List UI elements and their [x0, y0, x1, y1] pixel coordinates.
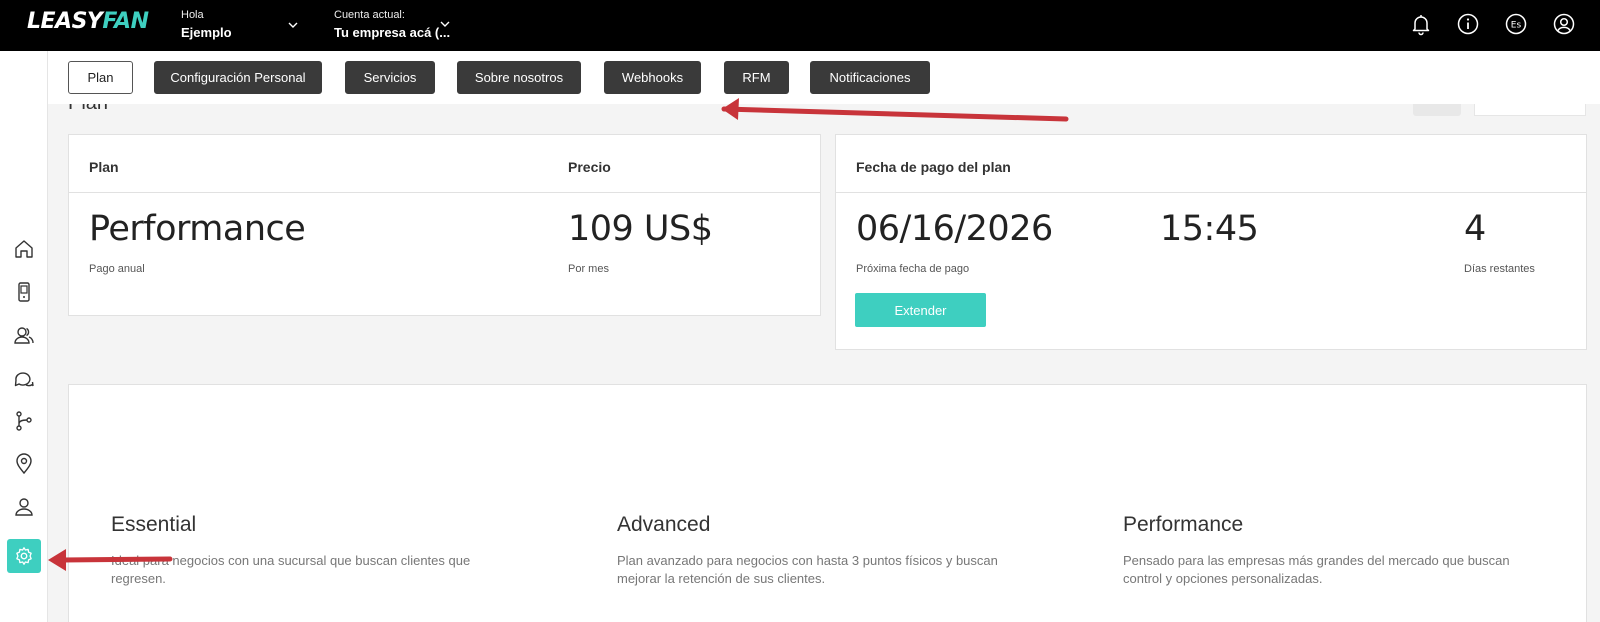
flows-icon[interactable]: [12, 409, 36, 433]
plan-value: Performance: [89, 209, 306, 249]
days-remaining-sub: Días restantes: [1464, 263, 1535, 275]
annotation-arrow-icon: [48, 549, 173, 571]
top-bar: LEASYFAN Hola Ejemplo Cuenta actual: Tu …: [0, 0, 1600, 51]
price-header: Precio: [568, 159, 611, 175]
plan-view-button[interactable]: [1413, 104, 1461, 116]
tab-about-us[interactable]: Sobre nosotros: [457, 61, 581, 94]
profile-icon[interactable]: [1552, 12, 1576, 36]
greeting-label: Hola: [181, 9, 204, 21]
tab-rfm[interactable]: RFM: [724, 61, 789, 94]
annotation-arrow-icon: [721, 98, 1069, 122]
info-icon[interactable]: [1456, 12, 1480, 36]
plan-option-description: Plan avanzado para negocios con hasta 3 …: [617, 553, 998, 586]
user-icon[interactable]: [12, 495, 36, 519]
language-icon[interactable]: Es: [1504, 12, 1528, 36]
user-greeting[interactable]: Hola Ejemplo: [181, 9, 232, 40]
plan-card-header: Plan Precio: [69, 135, 820, 193]
price-value: 109 US$: [568, 209, 713, 249]
chat-icon[interactable]: [12, 366, 36, 390]
payment-card-header: Fecha de pago del plan: [836, 135, 1586, 193]
tab-plan[interactable]: Plan: [68, 61, 133, 94]
payment-date: 06/16/2026: [856, 209, 1053, 249]
plan-card: Plan Precio Performance Pago anual 109 U…: [68, 134, 821, 316]
location-icon[interactable]: [12, 452, 36, 476]
price-sub: Por mes: [568, 263, 609, 275]
chevron-down-icon[interactable]: [287, 18, 299, 30]
plan-header: Plan: [89, 159, 119, 175]
devices-icon[interactable]: [12, 280, 36, 304]
payment-header: Fecha de pago del plan: [856, 159, 1011, 175]
account-label: Cuenta actual:: [334, 9, 405, 21]
chevron-down-icon[interactable]: [439, 17, 451, 29]
tab-services[interactable]: Servicios: [345, 61, 435, 94]
payment-date-sub: Próxima fecha de pago: [856, 263, 970, 275]
payment-card: Fecha de pago del plan 06/16/2026 Próxim…: [835, 134, 1587, 350]
user-name: Ejemplo: [181, 25, 232, 40]
plan-option-description: Pensado para las empresas más grandes de…: [1123, 553, 1510, 586]
bell-icon[interactable]: [1409, 12, 1433, 36]
svg-text:Es: Es: [1511, 21, 1522, 31]
payment-history-button[interactable]: [1474, 104, 1586, 116]
left-sidebar: [0, 51, 48, 622]
plan-option-title: Performance: [1123, 513, 1244, 536]
plan-sub: Pago anual: [89, 263, 145, 275]
payment-time: 15:45: [1160, 209, 1259, 249]
tab-personal-config[interactable]: Configuración Personal: [154, 61, 322, 94]
home-icon[interactable]: [12, 237, 36, 261]
extend-button[interactable]: Extender: [855, 293, 986, 327]
days-remaining-value: 4: [1464, 209, 1486, 249]
plan-option-title: Essential: [111, 513, 197, 536]
tab-webhooks[interactable]: Webhooks: [604, 61, 701, 94]
app-logo[interactable]: LEASYFAN: [27, 9, 149, 34]
plan-option-title: Advanced: [617, 513, 711, 536]
settings-icon[interactable]: [7, 539, 41, 573]
tab-notifications[interactable]: Notificaciones: [810, 61, 930, 94]
customers-icon[interactable]: [12, 323, 36, 347]
account-name: Tu empresa acá (...: [334, 25, 451, 40]
account-selector[interactable]: Cuenta actual: Tu empresa acá (...: [334, 9, 450, 40]
